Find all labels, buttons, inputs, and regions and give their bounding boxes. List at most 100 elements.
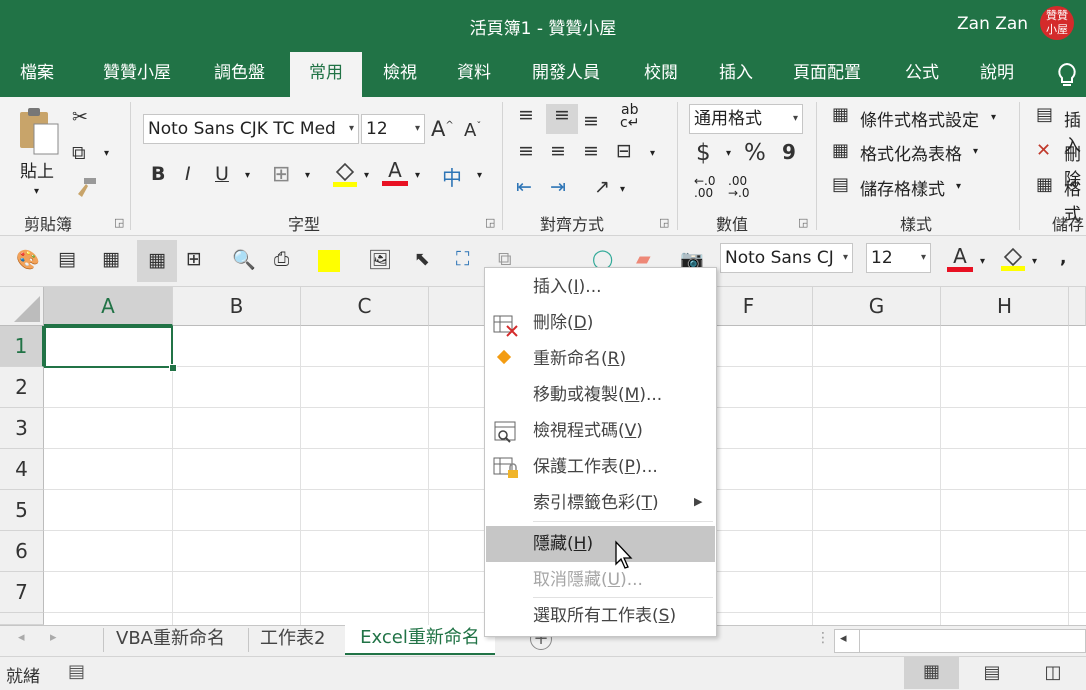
menu-item-select-all-sheets[interactable]: 選取所有工作表(S) xyxy=(533,598,676,634)
selected-cell-a1[interactable] xyxy=(44,326,173,368)
select-pointer-icon[interactable]: ⬉ xyxy=(414,248,430,270)
row-header-5[interactable]: 5 xyxy=(0,490,44,531)
decrease-indent-icon[interactable]: ⇤ xyxy=(516,176,532,198)
row-header-1[interactable]: 1 xyxy=(0,326,44,367)
column-header-i[interactable] xyxy=(1069,287,1086,326)
conditional-format-button[interactable]: 條件式格式設定 xyxy=(860,106,979,131)
qat-font-combo[interactable]: Noto Sans CJ ▾ xyxy=(720,243,853,273)
column-header-a[interactable]: A xyxy=(44,287,173,326)
menu-item-view-code[interactable]: 檢視程式碼(V) xyxy=(533,413,643,449)
menu-item-delete[interactable]: 刪除(D) xyxy=(533,305,593,341)
conditional-format-icon[interactable]: ▦ xyxy=(832,104,849,125)
qat-fill-dropdown-icon[interactable]: ▾ xyxy=(1032,256,1037,267)
paste-dropdown-icon[interactable]: ▾ xyxy=(34,186,39,197)
sheet-tab-vba[interactable]: VBA重新命名 xyxy=(116,626,225,654)
copy-icon[interactable]: ⧉ xyxy=(72,142,86,164)
format-painter-icon[interactable] xyxy=(72,176,98,200)
merge-dropdown-icon[interactable]: ▾ xyxy=(650,148,655,159)
qat-comma-icon[interactable]: , xyxy=(1060,248,1066,268)
avatar[interactable]: 贊贊 小屋 xyxy=(1040,6,1074,40)
align-top-icon[interactable]: ≡ xyxy=(518,104,534,126)
decrease-font-icon[interactable]: Aˇ xyxy=(464,120,481,141)
font-size-combo[interactable]: 12 ▾ xyxy=(361,114,425,144)
border-icon[interactable]: ⊞ xyxy=(272,162,290,187)
theme-icon[interactable]: 🎨 xyxy=(16,248,40,271)
row-header-7[interactable]: 7 xyxy=(0,572,44,613)
wrap-text-icon[interactable]: ab c↵ xyxy=(620,103,639,130)
increase-indent-icon[interactable]: ⇥ xyxy=(550,176,566,198)
decrease-decimal-icon[interactable]: .00 →.0 xyxy=(728,175,750,199)
menu-item-hide[interactable]: 隱藏(H) xyxy=(533,526,593,562)
column-header-c[interactable]: C xyxy=(301,287,429,326)
print-preview-icon[interactable]: 🔍 xyxy=(232,248,256,271)
cut-icon[interactable]: ✂ xyxy=(72,106,88,128)
normal-view-icon[interactable]: ▦ xyxy=(904,657,959,689)
tab-developer[interactable]: 開發人員 xyxy=(532,52,600,97)
fill-dropdown-icon[interactable]: ▾ xyxy=(364,170,369,181)
format-as-table-button[interactable]: 格式化為表格 xyxy=(860,140,962,165)
phonetic-icon[interactable]: 中 xyxy=(442,162,462,191)
lightbulb-icon[interactable] xyxy=(1056,62,1078,88)
horizontal-scrollbar[interactable] xyxy=(834,629,1086,653)
copy-dropdown-icon[interactable]: ▾ xyxy=(104,148,109,159)
fill-color-icon[interactable] xyxy=(332,160,358,188)
font-dialog-launcher-icon[interactable]: ◲ xyxy=(485,216,495,229)
tab-data[interactable]: 資料 xyxy=(457,52,491,97)
tab-home[interactable]: 常用 xyxy=(290,52,362,97)
paste-icon[interactable] xyxy=(16,106,62,156)
font-color-dropdown-icon[interactable]: ▾ xyxy=(415,170,420,181)
tab-palette[interactable]: 調色盤 xyxy=(214,52,265,97)
sheet-tab-excel-active[interactable]: Excel重新命名 xyxy=(345,625,495,655)
clipboard-dialog-launcher-icon[interactable]: ◲ xyxy=(114,216,124,229)
select-all-corner[interactable] xyxy=(0,287,44,326)
number-format-combo[interactable]: 通用格式 ▾ xyxy=(689,104,803,134)
tab-formulas[interactable]: 公式 xyxy=(905,52,939,97)
cell-styles-button[interactable]: 儲存格樣式 xyxy=(860,175,945,200)
phonetic-dropdown-icon[interactable]: ▾ xyxy=(477,170,482,181)
number-dialog-launcher-icon[interactable]: ◲ xyxy=(798,216,808,229)
tab-view[interactable]: 檢視 xyxy=(383,52,417,97)
menu-item-rename[interactable]: 重新命名(R) xyxy=(533,341,626,377)
align-left-icon[interactable]: ≡ xyxy=(518,140,534,162)
gridlines-icon[interactable]: ▦ xyxy=(137,240,177,282)
increase-font-icon[interactable]: A^ xyxy=(431,117,454,141)
row-header-2[interactable]: 2 xyxy=(0,367,44,408)
image-icon[interactable]: 🖼 xyxy=(368,248,392,271)
underline-dropdown-icon[interactable]: ▾ xyxy=(245,170,250,181)
conditional-format-dropdown-icon[interactable]: ▾ xyxy=(991,112,996,123)
tab-zanzan[interactable]: 贊贊小屋 xyxy=(103,52,171,97)
increase-decimal-icon[interactable]: ←.0.00 xyxy=(694,175,716,199)
user-name[interactable]: Zan Zan xyxy=(957,14,1028,34)
font-color-icon[interactable]: A xyxy=(382,158,408,186)
delete-cells-icon[interactable]: ✕ xyxy=(1036,140,1051,161)
tab-help[interactable]: 說明 xyxy=(980,52,1014,97)
qat-fill-color-icon[interactable] xyxy=(1000,245,1026,273)
alignment-dialog-launcher-icon[interactable]: ◲ xyxy=(659,216,669,229)
tab-splitter-icon[interactable]: ⋮ xyxy=(816,630,830,646)
menu-item-tab-color[interactable]: 索引標籤色彩(T) xyxy=(533,485,659,521)
row-header-3[interactable]: 3 xyxy=(0,408,44,449)
tab-insert[interactable]: 插入 xyxy=(719,52,753,97)
align-right-icon[interactable]: ≡ xyxy=(583,140,599,162)
menu-item-insert[interactable]: 插入(I)... xyxy=(533,269,602,305)
orientation-icon[interactable]: ↗ xyxy=(594,176,610,198)
scroll-left-arrow-icon[interactable]: ◂ xyxy=(840,631,847,646)
align-center-icon[interactable]: ≡ xyxy=(550,140,566,162)
column-header-g[interactable]: G xyxy=(813,287,941,326)
comma-button[interactable]: 9 xyxy=(782,140,796,164)
sheet-tab-2[interactable]: 工作表2 xyxy=(260,626,325,654)
insert-cells-icon[interactable]: ▤ xyxy=(1036,104,1053,125)
column-header-h[interactable]: H xyxy=(941,287,1069,326)
currency-button[interactable]: $ xyxy=(696,140,711,166)
font-name-combo[interactable]: Noto Sans CJK TC Med ▾ xyxy=(143,114,359,144)
new-sheet-icon[interactable]: ▦ xyxy=(102,248,120,270)
percent-button[interactable]: % xyxy=(744,140,766,166)
scroll-tabs-right-icon[interactable]: ▸ xyxy=(50,630,57,645)
fill-handle[interactable] xyxy=(169,364,177,372)
tab-review[interactable]: 校閱 xyxy=(644,52,678,97)
bold-button[interactable]: B xyxy=(151,163,165,185)
currency-dropdown-icon[interactable]: ▾ xyxy=(726,148,731,159)
qat-font-color-icon[interactable]: A xyxy=(947,244,973,272)
qat-font-color-dropdown-icon[interactable]: ▾ xyxy=(980,256,985,267)
sheet-view-icon[interactable]: ▤ xyxy=(58,248,76,270)
